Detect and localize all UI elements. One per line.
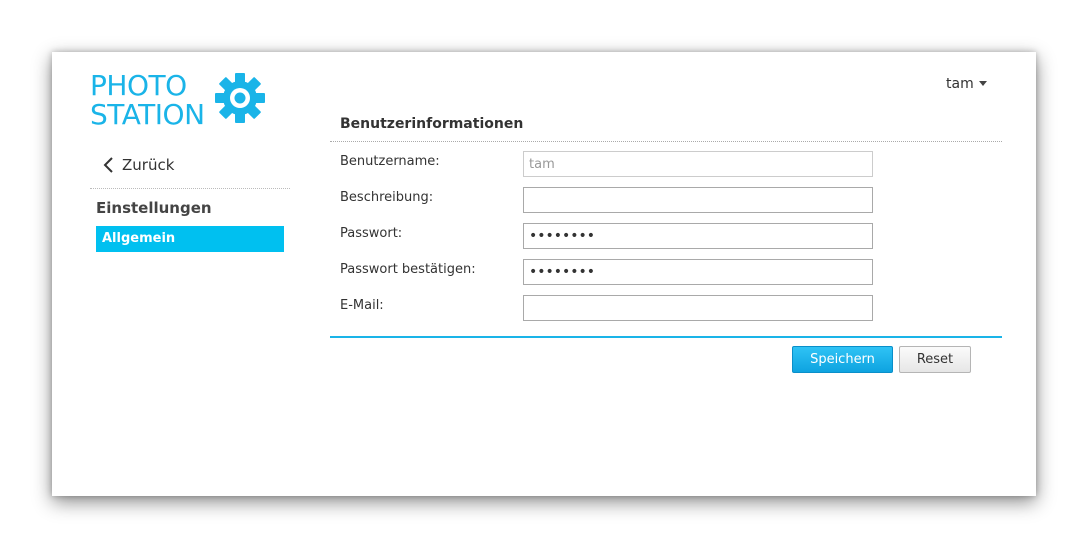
description-label: Beschreibung:: [340, 190, 434, 205]
section-title: Benutzerinformationen: [340, 116, 524, 132]
logo-text-line2: STATION: [90, 98, 205, 131]
form-divider: [330, 336, 1002, 338]
chevron-left-icon: [103, 157, 113, 173]
back-label: Zurück: [122, 156, 175, 174]
reset-button[interactable]: Reset: [899, 346, 971, 373]
password-field[interactable]: [523, 223, 873, 249]
password-confirm-label: Passwort bestätigen:: [340, 262, 476, 277]
sidebar-divider: [90, 188, 290, 189]
user-menu[interactable]: tam: [946, 76, 987, 92]
photo-station-logo: PHOTO STATION: [90, 70, 270, 134]
sidebar-heading: Einstellungen: [96, 199, 212, 217]
password-label: Passwort:: [340, 226, 403, 241]
save-button[interactable]: Speichern: [792, 346, 893, 373]
sidebar-item-allgemein[interactable]: Allgemein: [96, 226, 284, 252]
email-label: E-Mail:: [340, 298, 384, 313]
user-name: tam: [946, 76, 974, 92]
username-field[interactable]: [523, 151, 873, 177]
email-field[interactable]: [523, 295, 873, 321]
description-field[interactable]: [523, 187, 873, 213]
gear-icon: [215, 73, 265, 123]
username-label: Benutzername:: [340, 154, 440, 169]
password-confirm-field[interactable]: [523, 259, 873, 285]
back-button[interactable]: Zurück: [102, 154, 174, 176]
app-window: PHOTO STATION Zurück Einstellungen Allge…: [52, 52, 1036, 496]
caret-down-icon: [978, 80, 987, 86]
logo-text-line1: PHOTO: [90, 69, 187, 102]
title-divider: [330, 141, 1002, 142]
